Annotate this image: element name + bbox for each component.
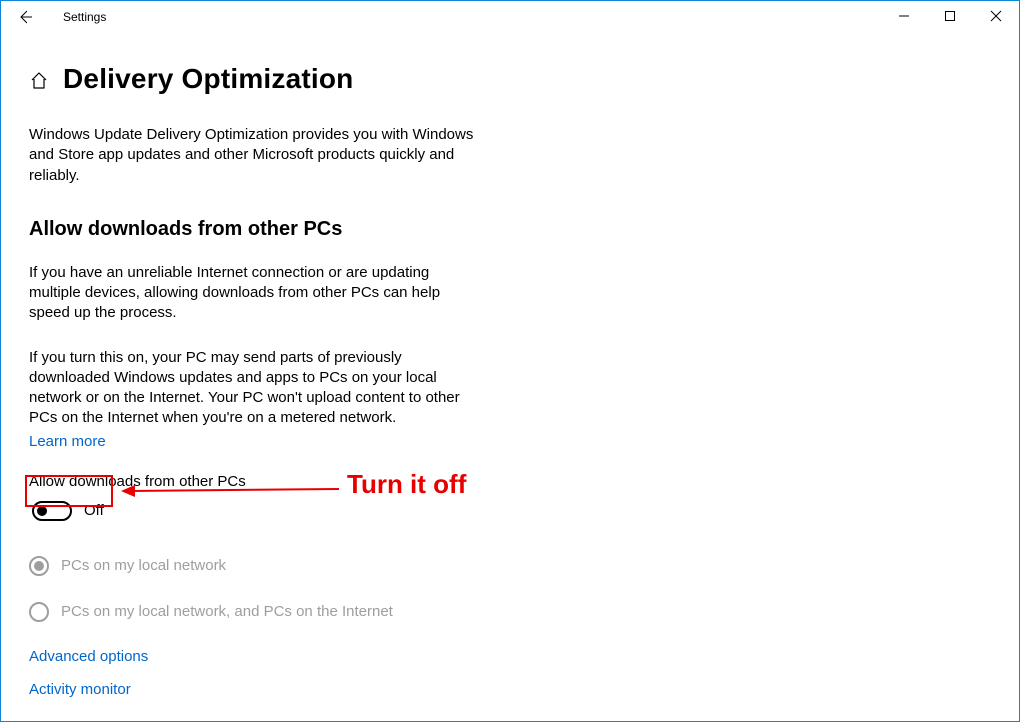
advanced-options-link[interactable]: Advanced options [29,648,561,665]
radio-label: PCs on my local network, and PCs on the … [61,603,393,620]
radio-label: PCs on my local network [61,557,226,574]
radio-local-network[interactable] [29,556,49,576]
paragraph-2: If you turn this on, your PC may send pa… [29,348,479,429]
radio-local-and-internet[interactable] [29,602,49,622]
close-button[interactable] [973,1,1019,31]
maximize-button[interactable] [927,1,973,31]
allow-downloads-toggle[interactable] [32,501,72,521]
paragraph-1: If you have an unreliable Internet conne… [29,263,479,324]
settings-window: Settings Delivery Optimization Windows U… [0,0,1020,722]
content-area: Delivery Optimization Windows Update Del… [1,33,561,698]
page-title: Delivery Optimization [63,63,354,95]
bottom-links: Advanced options Activity monitor [29,648,561,698]
radio-item-local: PCs on my local network [29,556,561,576]
window-controls [881,1,1019,31]
toggle-row: Off [29,498,110,524]
page-header: Delivery Optimization [29,63,561,95]
radio-group: PCs on my local network PCs on my local … [29,556,561,622]
intro-text: Windows Update Delivery Optimization pro… [29,125,489,186]
toggle-state: Off [84,502,104,519]
back-button[interactable] [11,3,39,31]
titlebar: Settings [1,1,1019,33]
minimize-button[interactable] [881,1,927,31]
toggle-label: Allow downloads from other PCs [29,473,561,490]
app-title: Settings [63,10,106,24]
activity-monitor-link[interactable]: Activity monitor [29,681,561,698]
section-heading: Allow downloads from other PCs [29,218,561,241]
learn-more-link[interactable]: Learn more [29,433,106,450]
toggle-knob [37,506,47,516]
radio-item-internet: PCs on my local network, and PCs on the … [29,602,561,622]
home-icon [29,71,49,91]
